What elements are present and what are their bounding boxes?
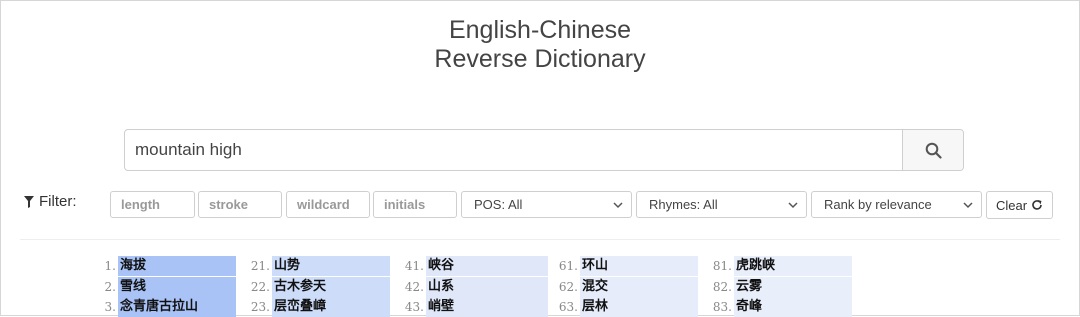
result-rank: 82. bbox=[712, 279, 732, 294]
divider bbox=[20, 239, 1060, 240]
chevron-down-icon bbox=[613, 202, 623, 209]
chevron-down-icon bbox=[963, 202, 973, 209]
initials-field[interactable]: initials bbox=[373, 191, 457, 218]
result-rank: 42. bbox=[404, 279, 424, 294]
result-rank: 1. bbox=[104, 259, 116, 273]
result-word[interactable]: 海拔 bbox=[118, 256, 236, 276]
result-rank: 23. bbox=[250, 300, 270, 314]
rhymes-select[interactable]: Rhymes: All bbox=[636, 191, 807, 218]
result-rank: 81. bbox=[712, 259, 732, 273]
result-word[interactable]: 虎跳峡 bbox=[734, 256, 852, 276]
result-word[interactable]: 层林 bbox=[580, 297, 698, 317]
title-line-2: Reverse Dictionary bbox=[434, 45, 646, 73]
page-title: English-Chinese Reverse Dictionary bbox=[0, 16, 1080, 74]
filter-icon bbox=[24, 195, 34, 208]
search-icon bbox=[925, 142, 942, 159]
result-rank: 83. bbox=[712, 300, 732, 314]
result-word[interactable]: 环山 bbox=[580, 256, 698, 276]
chevron-down-icon bbox=[788, 202, 798, 209]
result-word[interactable]: 山势 bbox=[272, 256, 390, 276]
result-word[interactable]: 念青唐古拉山 bbox=[118, 297, 236, 317]
filter-label: Filter: bbox=[24, 193, 77, 210]
result-word[interactable]: 层峦叠嶂 bbox=[272, 297, 390, 317]
rank-select-value: Rank by relevance bbox=[824, 197, 932, 212]
search-input[interactable] bbox=[125, 130, 902, 170]
result-rank: 61. bbox=[558, 259, 578, 273]
result-word[interactable]: 峡谷 bbox=[426, 256, 548, 276]
pos-select[interactable]: POS: All bbox=[461, 191, 632, 218]
title-line-1: English-Chinese bbox=[448, 16, 632, 44]
result-word[interactable]: 峭壁 bbox=[426, 297, 548, 317]
filter-label-text: Filter: bbox=[39, 193, 77, 210]
result-word[interactable]: 混交 bbox=[580, 276, 698, 297]
result-word[interactable]: 云雾 bbox=[734, 276, 852, 297]
refresh-icon bbox=[1032, 200, 1042, 210]
result-word[interactable]: 奇峰 bbox=[734, 297, 852, 317]
result-word[interactable]: 山系 bbox=[426, 276, 548, 297]
clear-button[interactable]: Clear bbox=[986, 191, 1053, 219]
pos-select-value: POS: All bbox=[474, 197, 523, 212]
search-button[interactable] bbox=[902, 130, 963, 170]
length-field[interactable]: length bbox=[110, 191, 195, 218]
result-rank: 3. bbox=[104, 300, 116, 314]
result-rank: 2. bbox=[104, 279, 116, 294]
rank-select[interactable]: Rank by relevance bbox=[811, 191, 982, 218]
result-rank: 41. bbox=[404, 259, 424, 273]
result-rank: 62. bbox=[558, 279, 578, 294]
wildcard-field[interactable]: wildcard bbox=[286, 191, 370, 218]
result-word[interactable]: 雪线 bbox=[118, 276, 236, 297]
result-rank: 22. bbox=[250, 279, 270, 294]
stroke-field[interactable]: stroke bbox=[198, 191, 282, 218]
clear-button-label: Clear bbox=[995, 197, 1028, 213]
result-rank: 43. bbox=[404, 300, 424, 314]
rhymes-select-value: Rhymes: All bbox=[649, 197, 718, 212]
result-rank: 21. bbox=[250, 259, 270, 273]
result-word[interactable]: 古木参天 bbox=[272, 276, 390, 297]
filter-bar: Filter: length stroke wildcard initials … bbox=[0, 191, 1080, 219]
result-rank: 63. bbox=[558, 300, 578, 314]
search-bar bbox=[124, 129, 964, 171]
